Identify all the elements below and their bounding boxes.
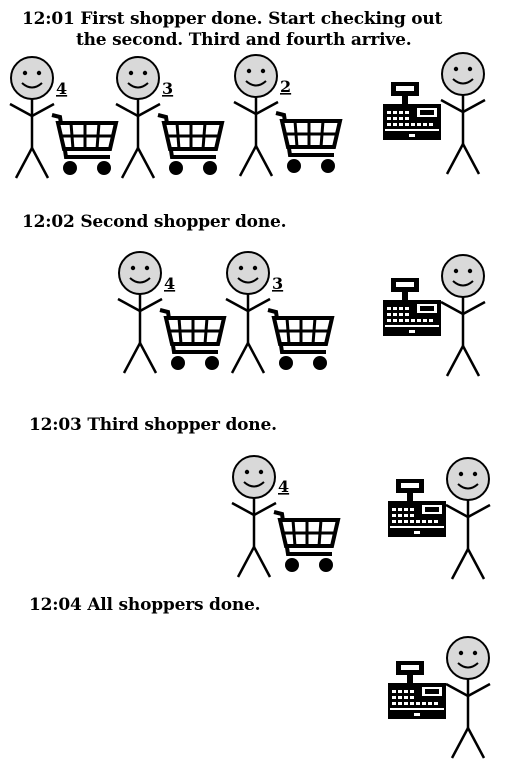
shopper-4: 4: [230, 454, 340, 579]
checkout-station: [388, 456, 492, 581]
cash-register-icon: [388, 479, 446, 537]
shopper-number: 3: [162, 79, 173, 98]
shopper-number: 4: [164, 274, 175, 293]
cashier-stick-figure-icon: [444, 635, 492, 760]
shopper-number: 4: [278, 477, 289, 496]
checkout-station: [383, 51, 487, 176]
shopper-3: 3: [224, 250, 334, 375]
shopper-4: 4: [116, 250, 226, 375]
shopping-cart-icon: [158, 308, 226, 372]
cashier-stick-figure-icon: [444, 456, 492, 581]
cashier-stick-figure-icon: [439, 51, 487, 176]
cash-register-icon: [383, 82, 441, 140]
shopper-number: 4: [56, 79, 67, 98]
stick-figure-icon: [232, 53, 280, 178]
stick-figure-icon: [230, 454, 278, 579]
shopping-cart-icon: [266, 308, 334, 372]
shopper-4: 4: [8, 55, 118, 180]
shopping-cart-icon: [50, 113, 118, 177]
shopping-cart-icon: [272, 510, 340, 574]
checkout-diagram: 4 3 2 4 3 4: [8, 51, 492, 760]
shopper-number: 3: [272, 274, 283, 293]
step-2-queue: 4 3: [116, 250, 487, 378]
shopper-number: 2: [280, 77, 291, 96]
shopper-2: 2: [232, 53, 342, 178]
stick-figure-icon: [224, 250, 272, 375]
checkout-station: [383, 253, 487, 378]
shopping-cart-icon: [156, 113, 224, 177]
cash-register-icon: [388, 661, 446, 719]
step-3-queue: 4: [230, 454, 492, 581]
stick-figure-icon: [8, 55, 56, 180]
cashier-stick-figure-icon: [439, 253, 487, 378]
shopping-cart-icon: [274, 111, 342, 175]
step-4-queue: [388, 635, 492, 760]
stick-figure-icon: [114, 55, 162, 180]
stick-figure-icon: [116, 250, 164, 375]
cash-register-icon: [383, 278, 441, 336]
step-1-queue: 4 3 2: [8, 51, 487, 180]
shopper-3: 3: [114, 55, 224, 180]
checkout-station: [388, 635, 492, 760]
